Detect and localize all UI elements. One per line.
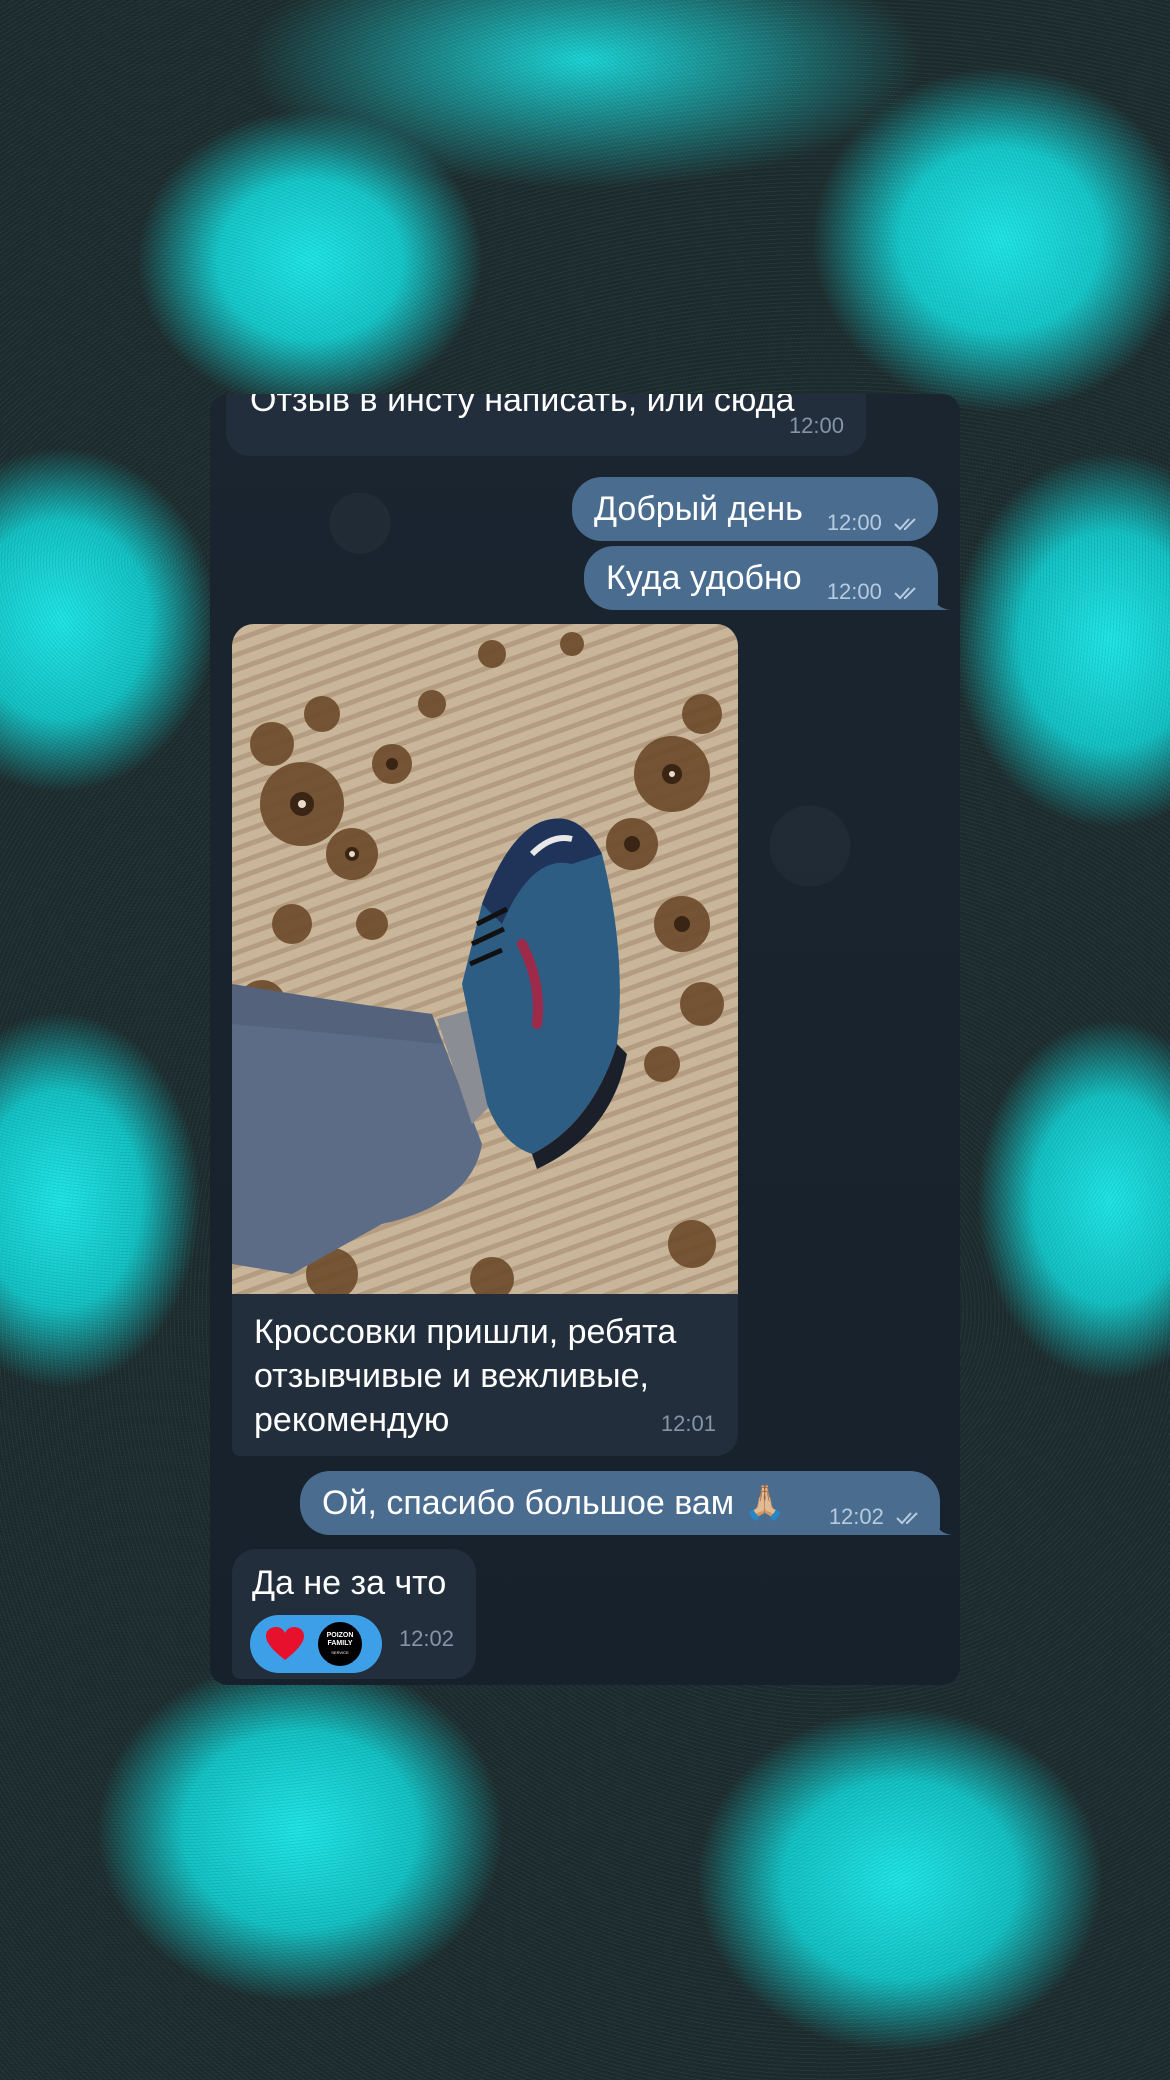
bubble-tail [934,1517,952,1535]
message-time: 12:00 [826,510,882,535]
photo-caption: Кроссовки пришли, ребята отзывчивые и ве… [254,1313,677,1439]
message-text: Отзыв в инсту написать, или сюда [250,394,795,419]
message-meta: 12:00 [827,501,922,545]
message-text: Добрый день [594,490,803,528]
double-check-icon [894,587,916,600]
avatar-text-line1: POIZON [326,1631,354,1639]
message-meta: 12:02 [829,1495,924,1539]
avatar-text-line2: FAMILY [327,1639,353,1647]
incoming-message[interactable]: Отзыв в инсту написать, или сюда 12:00 [226,394,866,456]
message-time: 12:00 [788,413,844,438]
double-check-icon [896,1512,918,1525]
heart-icon [266,1627,304,1660]
reaction-pill[interactable]: POIZON FAMILY SERVICE [250,1615,382,1673]
message-text: Ой, спасибо большое вам 🙏🏼 [322,1484,786,1522]
bubble-tail [932,592,950,610]
message-meta: 12:00 [827,570,922,614]
message-time: 12:02 [398,1626,454,1651]
message-text: Куда удобно [606,559,802,597]
chat-screenshot: Отзыв в инсту написать, или сюда 12:00 Д… [210,394,960,1685]
message-time: 12:01 [660,1411,716,1436]
outgoing-message[interactable]: Куда удобно 12:00 [584,546,938,610]
sneaker-photo[interactable] [232,624,738,1294]
message-time: 12:00 [826,579,882,604]
message-time: 12:02 [828,1504,884,1529]
message-text: Да не за что [252,1564,447,1602]
incoming-message[interactable]: Да не за что POIZON FAMILY SERVICE 12:02 [232,1549,476,1679]
reactor-avatar[interactable]: POIZON FAMILY SERVICE [316,1620,364,1668]
avatar-text-line3: SERVICE [331,1649,349,1655]
outgoing-message[interactable]: Добрый день 12:00 [572,477,938,541]
incoming-photo-message[interactable]: Кроссовки пришли, ребята отзывчивые и ве… [232,624,738,1456]
outgoing-message[interactable]: Ой, спасибо большое вам 🙏🏼 12:02 [300,1471,940,1535]
double-check-icon [894,518,916,531]
